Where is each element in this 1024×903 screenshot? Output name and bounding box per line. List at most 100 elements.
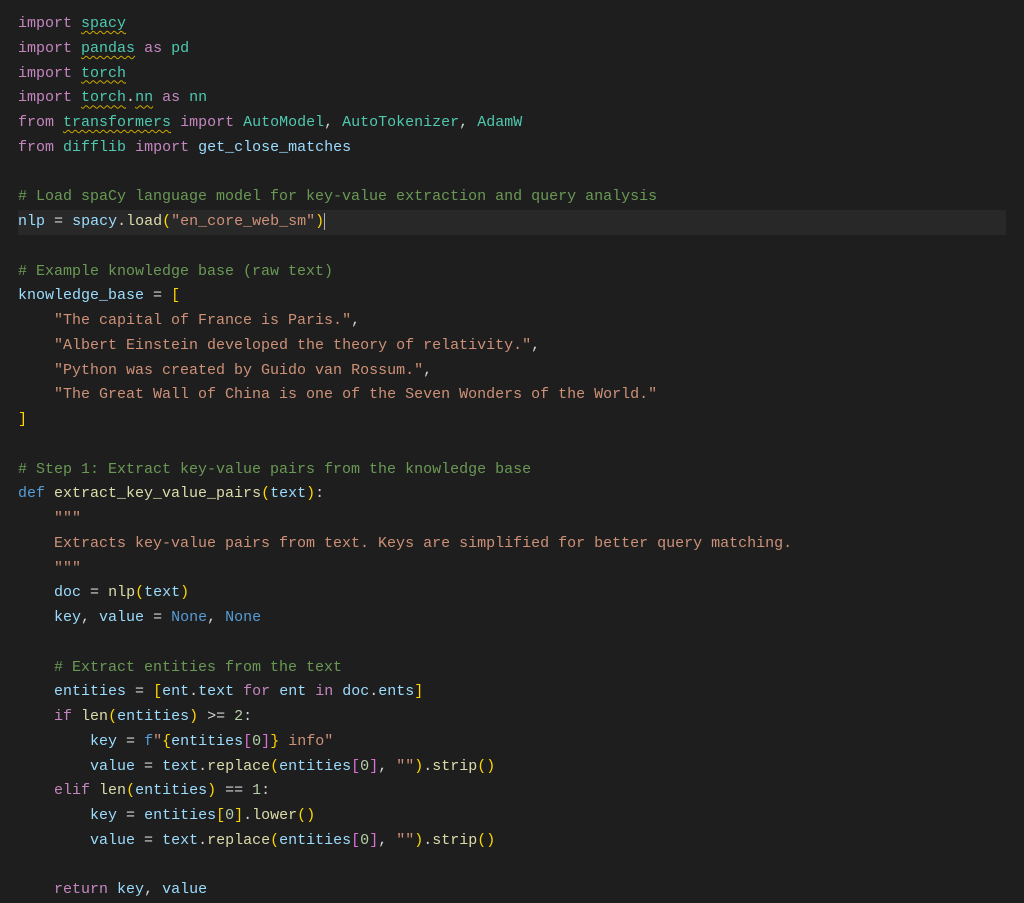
code-line[interactable]: key = f"{entities[0]} info" (18, 730, 1006, 755)
code-editor[interactable]: import spacyimport pandas as pdimport to… (18, 12, 1006, 903)
code-token: nlp (108, 584, 135, 601)
code-token: . (198, 832, 207, 849)
code-line[interactable]: "The Great Wall of China is one of the S… (18, 383, 1006, 408)
code-line[interactable]: if len(entities) >= 2: (18, 705, 1006, 730)
code-token: ( (135, 584, 144, 601)
code-token (108, 881, 117, 898)
code-line[interactable] (18, 235, 1006, 260)
code-line[interactable] (18, 631, 1006, 656)
code-token (18, 337, 54, 354)
code-token: ) (306, 807, 315, 824)
code-line[interactable]: value = text.replace(entities[0], "").st… (18, 755, 1006, 780)
code-token: "" (396, 832, 414, 849)
code-line[interactable]: knowledge_base = [ (18, 284, 1006, 309)
code-token (45, 213, 54, 230)
code-token (225, 708, 234, 725)
code-token: } (270, 733, 279, 750)
code-token (144, 609, 153, 626)
code-line[interactable]: key = entities[0].lower() (18, 804, 1006, 829)
code-token (54, 139, 63, 156)
code-token: value (99, 609, 144, 626)
code-line[interactable]: key, value = None, None (18, 606, 1006, 631)
code-token (333, 683, 342, 700)
code-line[interactable]: value = text.replace(entities[0], "").st… (18, 829, 1006, 854)
code-line[interactable] (18, 433, 1006, 458)
code-line[interactable]: "Albert Einstein developed the theory of… (18, 334, 1006, 359)
code-token: [ (351, 832, 360, 849)
code-token (135, 733, 144, 750)
code-token: : (243, 708, 252, 725)
code-line[interactable]: return key, value (18, 878, 1006, 903)
code-token: , (378, 832, 396, 849)
code-line[interactable]: nlp = spacy.load("en_core_web_sm") (18, 210, 1006, 235)
code-token: = (126, 807, 135, 824)
code-line[interactable]: elif len(entities) == 1: (18, 779, 1006, 804)
code-token (243, 782, 252, 799)
code-token: for (243, 683, 270, 700)
code-token: value (90, 832, 135, 849)
code-line[interactable]: # Extract entities from the text (18, 656, 1006, 681)
code-token: as (162, 89, 180, 106)
code-token: Extracts key-value pairs from text. Keys… (18, 535, 792, 552)
code-line[interactable]: Extracts key-value pairs from text. Keys… (18, 532, 1006, 557)
code-line[interactable]: import pandas as pd (18, 37, 1006, 62)
code-token: transformers (63, 114, 171, 131)
code-token: len (99, 782, 126, 799)
code-token: ( (126, 782, 135, 799)
code-line[interactable]: def extract_key_value_pairs(text): (18, 482, 1006, 507)
code-token (135, 832, 144, 849)
code-token (72, 40, 81, 57)
code-line[interactable]: from difflib import get_close_matches (18, 136, 1006, 161)
code-token: entities (117, 708, 189, 725)
code-line[interactable]: "Python was created by Guido van Rossum.… (18, 359, 1006, 384)
code-token: = (144, 832, 153, 849)
code-token: torch (81, 65, 126, 82)
code-token: 0 (360, 832, 369, 849)
code-line[interactable]: import torch.nn as nn (18, 86, 1006, 111)
code-token: entities (135, 782, 207, 799)
code-line[interactable]: from transformers import AutoModel, Auto… (18, 111, 1006, 136)
code-token (18, 807, 90, 824)
code-token (18, 659, 54, 676)
code-token (135, 807, 144, 824)
code-line[interactable]: doc = nlp(text) (18, 581, 1006, 606)
code-line[interactable]: """ (18, 507, 1006, 532)
code-token: ) (315, 213, 324, 230)
text-cursor (324, 213, 325, 230)
code-token (306, 683, 315, 700)
code-token: f (144, 733, 153, 750)
code-token (198, 708, 207, 725)
code-token: text (270, 485, 306, 502)
code-token: : (315, 485, 324, 502)
code-token: key (90, 807, 117, 824)
code-token: get_close_matches (198, 139, 351, 156)
code-token: # Load spaCy language model for key-valu… (18, 188, 657, 205)
code-line[interactable]: """ (18, 557, 1006, 582)
code-token: ) (207, 782, 216, 799)
code-token: ) (486, 832, 495, 849)
code-line[interactable]: import spacy (18, 12, 1006, 37)
code-token: import (18, 40, 72, 57)
code-line[interactable]: # Load spaCy language model for key-valu… (18, 185, 1006, 210)
code-token (234, 683, 243, 700)
code-line[interactable]: "The capital of France is Paris.", (18, 309, 1006, 334)
code-token: ( (297, 807, 306, 824)
code-token: = (153, 609, 162, 626)
code-line[interactable]: ] (18, 408, 1006, 433)
code-token (18, 609, 54, 626)
code-token: lower (252, 807, 297, 824)
code-token: key (117, 881, 144, 898)
code-token: , (144, 881, 162, 898)
code-token (18, 584, 54, 601)
code-token: == (225, 782, 243, 799)
code-line[interactable] (18, 161, 1006, 186)
code-line[interactable] (18, 854, 1006, 879)
code-line[interactable]: # Step 1: Extract key-value pairs from t… (18, 458, 1006, 483)
code-token (99, 584, 108, 601)
code-token (18, 386, 54, 403)
code-token: 0 (225, 807, 234, 824)
code-token: def (18, 485, 45, 502)
code-line[interactable]: import torch (18, 62, 1006, 87)
code-line[interactable]: # Example knowledge base (raw text) (18, 260, 1006, 285)
code-line[interactable]: entities = [ent.text for ent in doc.ents… (18, 680, 1006, 705)
